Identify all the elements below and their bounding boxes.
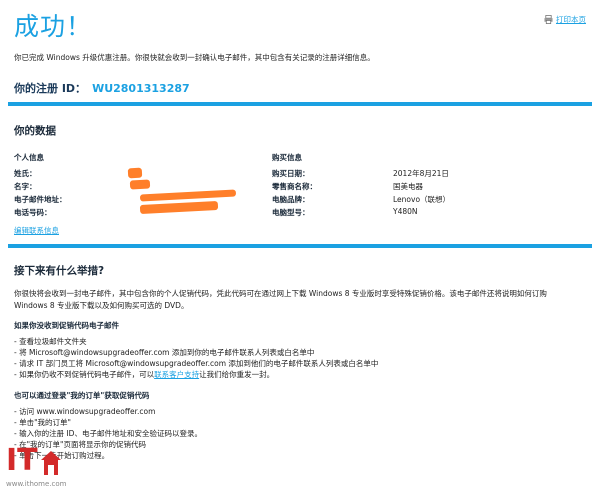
next-steps-line: Windows 8 专业版下载以及如何购买可选的 DVD。 <box>14 301 189 310</box>
redaction-mark <box>139 189 237 202</box>
page-title: 成功！ <box>14 12 93 41</box>
personal-info-heading: 个人信息 <box>14 153 44 162</box>
house-icon <box>40 451 61 475</box>
site-watermark: IT www.ithome.com <box>6 443 66 489</box>
not-received-heading: 如果你没收到促销代码电子邮件 <box>14 321 119 330</box>
redaction-mark <box>139 200 219 215</box>
list-item: - 查看垃圾邮件文件夹 <box>14 337 87 346</box>
data-heading: 你的数据 <box>14 125 56 137</box>
last-name-label: 姓氏： <box>14 169 37 178</box>
registration-label: 你的注册 ID： <box>14 82 87 95</box>
redaction-mark <box>129 179 151 190</box>
registration-id: WU2801313287 <box>92 82 190 95</box>
purchase-date-label: 购买日期： <box>272 169 310 178</box>
retailer-value: 国美电器 <box>393 182 423 191</box>
email-label: 电子邮件地址： <box>14 195 67 204</box>
phone-label: 电话号码： <box>14 208 52 217</box>
pc-model-value: Y480N <box>393 207 418 216</box>
intro-text: 你已完成 Windows 升级优惠注册。你很快就会收到一封确认电子邮件，其中包含… <box>14 53 375 62</box>
pc-brand-label: 电脑品牌： <box>272 195 310 204</box>
contact-support-link[interactable]: 联系客户支持 <box>154 370 199 379</box>
list-item: - 输入你的注册 ID、电子邮件地址和安全验证码以登录。 <box>14 429 202 438</box>
printer-icon <box>544 15 553 24</box>
watermark-brand: IT <box>6 443 38 478</box>
next-steps-heading: 接下来有什么举措? <box>14 265 105 277</box>
my-orders-heading: 也可以通过登录"我的订单"获取促销代码 <box>14 391 150 400</box>
next-steps-line: 你很快将会收到一封电子邮件，其中包含你的个人促销代码，凭此代码可在通过网上下载 … <box>14 289 547 298</box>
list-item-suffix: 让我们给你重发一封。 <box>199 370 275 379</box>
purchase-info-heading: 购买信息 <box>272 153 302 162</box>
purchase-date-value: 2012年8月21日 <box>393 169 449 178</box>
section-divider <box>8 244 592 248</box>
list-item-text: - 如果你仍收不到促销代码电子邮件，可以 <box>14 370 155 379</box>
first-name-label: 名字： <box>14 182 37 191</box>
list-item: - 请求 IT 部门员工将 Microsoft@windowsupgradeof… <box>14 359 379 368</box>
print-label: 打印本页 <box>556 15 586 24</box>
list-item: - 如果你仍收不到促销代码电子邮件，可以联系客户支持让我们给你重发一封。 <box>14 369 378 380</box>
watermark-site: www.ithome.com <box>6 480 67 488</box>
list-item: - 单击"我的订单" <box>14 418 71 427</box>
next-steps-paragraph: 你很快将会收到一封电子邮件，其中包含你的个人促销代码，凭此代码可在通过网上下载 … <box>14 288 584 312</box>
redaction-mark <box>127 167 143 179</box>
section-divider <box>8 102 592 106</box>
retailer-label: 零售商名称： <box>272 182 317 191</box>
list-item: - 访问 www.windowsupgradeoffer.com <box>14 407 156 416</box>
pc-model-label: 电脑型号： <box>272 208 310 217</box>
registration-line: 你的注册 ID： WU2801313287 <box>14 80 190 96</box>
edit-contact-link[interactable]: 编辑联系信息 <box>14 225 59 236</box>
pc-brand-value: Lenovo（联想） <box>393 195 451 204</box>
list-item: - 将 Microsoft@windowsupgradeoffer.com 添加… <box>14 348 315 357</box>
print-page-link[interactable]: 打印本页 <box>544 14 586 25</box>
not-received-list: - 查看垃圾邮件文件夹 - 将 Microsoft@windowsupgrade… <box>14 336 378 380</box>
